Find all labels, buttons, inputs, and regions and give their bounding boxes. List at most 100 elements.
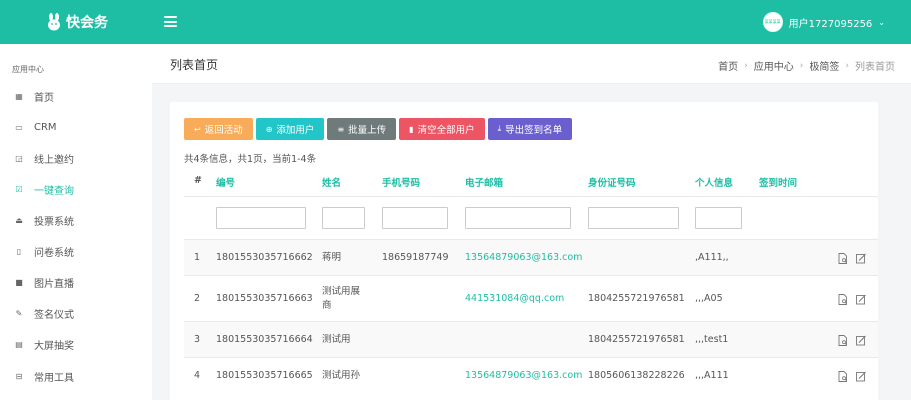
email-filter-input[interactable]: [465, 207, 571, 229]
toolbar: ↩ 返回活动 ⊕ 添加用户 ≡ 批量上传 ▮ 清空全部用户 ⤓ 导出签到名单: [184, 118, 573, 140]
sidebar-item-label: 投票系统: [34, 216, 74, 228]
check-square-icon: ☑: [15, 184, 23, 194]
row-id-number: 1805606138228226: [588, 370, 685, 381]
row-name: 蒋明: [322, 252, 342, 263]
sidebar-item-home[interactable]: ▦ 首页: [0, 82, 152, 110]
id-number-filter-input[interactable]: [588, 207, 679, 229]
back-to-event-button[interactable]: ↩ 返回活动: [184, 118, 253, 140]
chevron-down-icon: ⌄: [878, 17, 885, 27]
toolbox-icon: ⊟: [15, 371, 23, 381]
page-header: 列表首页 首页 › 应用中心 › 极简签 › 列表首页: [152, 44, 911, 84]
column-header-personal-info: 个人信息: [695, 178, 734, 189]
breadcrumb-minimal-sign[interactable]: 极简签: [809, 58, 839, 73]
column-header-phone: 手机号码: [382, 178, 421, 189]
code-filter-input[interactable]: [216, 207, 306, 229]
video-icon: ■: [15, 277, 23, 287]
app-name: 快会务: [66, 15, 108, 31]
download-icon: ⤓: [497, 124, 502, 133]
table-row: 2 1801553035716663 测试用展 商 441531084@qq.c…: [184, 275, 878, 321]
share-icon: ◲: [15, 153, 23, 163]
filter-row: [184, 196, 878, 239]
edit-icon[interactable]: [856, 371, 866, 382]
edit-icon[interactable]: [856, 294, 866, 305]
sidebar-item-signing[interactable]: ✎ 签名仪式: [0, 299, 152, 327]
row-code: 1801553035716664: [216, 334, 313, 345]
vote-icon: ⏏: [15, 215, 23, 225]
sidebar-item-label: 图片直播: [34, 278, 74, 290]
sidebar-item-crm[interactable]: ▭ CRM: [0, 113, 152, 141]
avatar: 某某某某: [762, 12, 783, 32]
row-email: 441531084@qq.com: [465, 293, 565, 304]
edit-icon[interactable]: [856, 253, 866, 264]
row-index: 4: [194, 370, 201, 381]
name-filter-input[interactable]: [322, 207, 365, 229]
row-index: 2: [194, 293, 201, 304]
sidebar-item-vote[interactable]: ⏏ 投票系统: [0, 206, 152, 234]
row-info: ,A111,,: [695, 252, 729, 263]
clear-all-users-button[interactable]: ▮ 清空全部用户: [399, 118, 485, 140]
sidebar-item-photo-live[interactable]: ■ 图片直播: [0, 268, 152, 296]
trash-icon: ▮: [409, 124, 414, 134]
chevron-right-icon: ›: [744, 60, 748, 71]
column-header-index: #: [194, 175, 202, 186]
view-document-icon[interactable]: [838, 294, 848, 305]
breadcrumb-current: 列表首页: [855, 62, 895, 73]
breadcrumb-home[interactable]: 首页: [718, 58, 738, 73]
column-header-id-number: 身份证号码: [588, 178, 636, 189]
row-info: ,,,test1: [695, 334, 729, 345]
list-upload-icon: ≡: [337, 124, 345, 134]
app-logo[interactable]: 快会务: [46, 12, 108, 32]
row-name-line-2: 商: [322, 300, 332, 311]
chevron-right-icon: ›: [799, 60, 804, 71]
top-bar: 快会务 某某某某 用户1727095256 ⌄: [0, 0, 911, 44]
sidebar-item-label: 签名仪式: [34, 309, 74, 321]
row-name-line-1: 测试用展: [322, 286, 361, 297]
sidebar-item-tools[interactable]: ⊟ 常用工具: [0, 362, 152, 390]
export-signin-list-button[interactable]: ⤓ 导出签到名单: [487, 118, 573, 140]
pagination-summary: 共4条信息，共1页，当前1-4条: [184, 154, 317, 165]
sidebar-item-query[interactable]: ☑ 一键查询: [0, 175, 152, 203]
row-code: 1801553035716663: [216, 293, 313, 304]
sidebar-item-invite[interactable]: ◲ 线上邀约: [0, 144, 152, 172]
id-card-icon: ▭: [15, 122, 23, 132]
user-menu[interactable]: 某某某某 用户1727095256 ⌄: [762, 12, 885, 32]
column-header-name: 姓名: [322, 178, 342, 189]
arrow-left-icon: ↩: [194, 124, 201, 134]
personal-info-filter-input[interactable]: [695, 207, 742, 229]
batch-upload-button[interactable]: ≡ 批量上传: [327, 118, 397, 140]
sidebar-item-label: 首页: [34, 92, 54, 104]
signature-icon: ✎: [15, 308, 23, 318]
page-title: 列表首页: [170, 58, 219, 72]
sidebar-item-label: 大屏抽奖: [34, 340, 74, 352]
edit-icon[interactable]: [856, 335, 866, 346]
add-user-button[interactable]: ⊕ 添加用户: [255, 118, 325, 140]
sidebar-item-label: 问卷系统: [34, 247, 74, 259]
sidebar: 应用中心 ▦ 首页 ▭ CRM ◲ 线上邀约 ☑ 一键查询 ⏏ 投票系统 ▯ 问…: [0, 44, 152, 400]
row-email: 13564879063@163.com: [465, 252, 583, 263]
row-code: 1801553035716665: [216, 370, 313, 381]
gift-icon: ▤: [15, 339, 23, 349]
chevron-right-icon: ›: [845, 60, 849, 71]
row-id-number: 1804255721976581: [588, 334, 685, 345]
user-name: 用户1727095256: [788, 18, 873, 30]
view-document-icon[interactable]: [838, 253, 848, 264]
survey-icon: ▯: [16, 246, 22, 256]
view-document-icon[interactable]: [838, 371, 848, 382]
row-info: ,,,A05: [695, 293, 723, 304]
dashboard-icon: ▦: [15, 91, 23, 101]
column-header-signin-time: 签到时间: [759, 178, 798, 189]
rabbit-logo-icon: [48, 13, 60, 31]
column-header-code: 编号: [216, 178, 236, 189]
view-document-icon[interactable]: [838, 335, 848, 346]
sidebar-item-survey[interactable]: ▯ 问卷系统: [0, 237, 152, 265]
hamburger-menu-icon[interactable]: [164, 16, 177, 27]
sidebar-heading: 应用中心: [12, 65, 44, 74]
row-name: 测试用孙: [322, 370, 361, 381]
row-index: 3: [194, 334, 201, 345]
breadcrumb-app-center[interactable]: 应用中心: [754, 58, 794, 73]
sidebar-item-lottery[interactable]: ▤ 大屏抽奖: [0, 330, 152, 358]
table-header-row: # 编号 姓名 手机号码 电子邮箱 身份证号码 个人信息 签到时间: [184, 166, 878, 196]
row-phone: 18659187749: [382, 252, 449, 263]
phone-filter-input[interactable]: [382, 207, 448, 229]
table-row: 1 1801553035716662 蒋明 18659187749 135648…: [184, 239, 878, 275]
